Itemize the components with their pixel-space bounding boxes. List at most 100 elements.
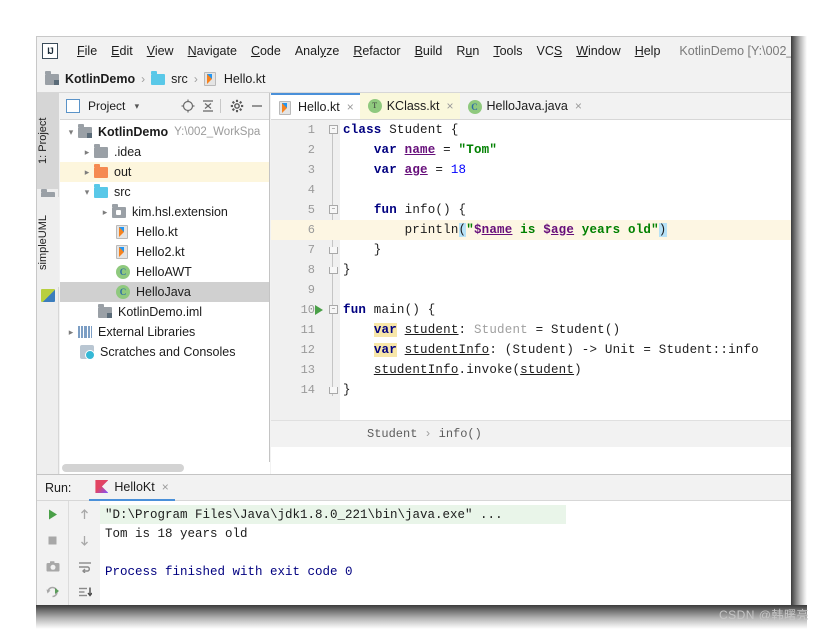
console-output[interactable]: "D:\Program Files\Java\jdk1.8.0_221\bin\… bbox=[100, 501, 791, 605]
breadcrumb-item-src[interactable]: src bbox=[151, 70, 188, 87]
run-gutter-icon[interactable] bbox=[315, 305, 323, 315]
tree-item-hello2-kt[interactable]: Hello2.kt bbox=[60, 242, 269, 262]
console-line-exit: Process finished with exit code 0 bbox=[105, 564, 353, 579]
chevron-right-icon[interactable]: ▸ bbox=[80, 147, 94, 158]
breadcrumb-item-project[interactable]: KotlinDemo bbox=[45, 70, 135, 87]
gear-icon[interactable] bbox=[228, 98, 245, 115]
code-line[interactable]: 2 var name = "Tom" bbox=[271, 140, 791, 160]
tab-hello-kt[interactable]: Hello.kt × bbox=[271, 93, 360, 119]
tree-item-external-libraries[interactable]: ▸ External Libraries bbox=[60, 322, 269, 342]
tab-hellojava-java[interactable]: HelloJava.java × bbox=[460, 93, 588, 119]
soft-wrap-icon[interactable] bbox=[69, 553, 100, 579]
down-arrow-icon[interactable] bbox=[69, 527, 100, 553]
code-line[interactable]: 5 fun info() { bbox=[271, 200, 791, 220]
tree-item-label: HelloJava bbox=[136, 285, 191, 299]
locate-icon[interactable] bbox=[179, 98, 196, 115]
code-line[interactable]: 3 var age = 18 bbox=[271, 160, 791, 180]
breadcrumb: KotlinDemo › src › Hello.kt bbox=[37, 65, 791, 93]
close-icon[interactable]: × bbox=[575, 99, 582, 113]
stop-icon[interactable] bbox=[37, 527, 68, 553]
line-number: 7 bbox=[307, 243, 315, 257]
tree-item-helloawt[interactable]: HelloAWT bbox=[60, 262, 269, 282]
menu-item-analyze[interactable]: Analyze bbox=[288, 42, 346, 60]
tree-item-hello-kt[interactable]: Hello.kt bbox=[60, 222, 269, 242]
chevron-down-icon[interactable]: ▾ bbox=[64, 127, 78, 138]
code-line[interactable]: 11 var student: Student = Student() bbox=[271, 320, 791, 340]
up-arrow-icon[interactable] bbox=[69, 501, 100, 527]
tab-kclass-kt[interactable]: KClass.kt × bbox=[359, 93, 460, 119]
console-line-command: "D:\Program Files\Java\jdk1.8.0_221\bin\… bbox=[100, 505, 566, 524]
menu-item-refactor[interactable]: Refactor bbox=[346, 42, 407, 60]
close-icon[interactable]: × bbox=[347, 100, 354, 114]
close-icon[interactable]: × bbox=[447, 99, 454, 113]
tool-window-stripe-left: 1: Project simpleUML bbox=[37, 93, 59, 474]
tree-item-out[interactable]: ▸ out bbox=[60, 162, 269, 182]
code-line[interactable]: 1 class Student { bbox=[271, 120, 791, 140]
line-number: 14 bbox=[300, 383, 315, 397]
tree-item-iml[interactable]: KotlinDemo.iml bbox=[60, 302, 269, 322]
menu-item-run[interactable]: Run bbox=[449, 42, 486, 60]
scrollbar-thumb[interactable] bbox=[62, 464, 184, 472]
code-text: } bbox=[343, 243, 382, 257]
menu-item-vcs[interactable]: VCS bbox=[530, 42, 570, 60]
menu-item-view[interactable]: View bbox=[140, 42, 181, 60]
project-tree[interactable]: ▾ KotlinDemo Y:\002_WorkSpa ▸ .idea ▸ ou… bbox=[60, 120, 269, 460]
menu-item-build[interactable]: Build bbox=[408, 42, 450, 60]
code-line[interactable]: 14 } bbox=[271, 380, 791, 400]
project-tree-hscrollbar[interactable] bbox=[60, 462, 270, 474]
code-text: var age = 18 bbox=[373, 163, 467, 177]
breadcrumb-item-file[interactable]: Hello.kt bbox=[203, 71, 266, 87]
minimize-icon[interactable] bbox=[248, 98, 265, 115]
fold-marker-icon[interactable] bbox=[329, 125, 338, 134]
breadcrumb-class[interactable]: Student bbox=[367, 427, 417, 441]
tree-item-label: Scratches and Consoles bbox=[100, 345, 236, 359]
tree-item-hellojava[interactable]: HelloJava bbox=[60, 282, 269, 302]
tree-item-src[interactable]: ▾ src bbox=[60, 182, 269, 202]
code-line[interactable]: 10 fun main() { bbox=[271, 300, 791, 320]
tree-item-package[interactable]: ▸ kim.hsl.extension bbox=[60, 202, 269, 222]
code-line[interactable]: 9 bbox=[271, 280, 791, 300]
menu-item-help[interactable]: Help bbox=[628, 42, 668, 60]
chevron-right-icon[interactable]: ▸ bbox=[64, 327, 78, 338]
close-icon[interactable]: × bbox=[162, 480, 169, 494]
fold-marker-icon[interactable] bbox=[329, 305, 338, 314]
menu-item-edit[interactable]: Edit bbox=[104, 42, 140, 60]
code-line[interactable]: 7 } bbox=[271, 240, 791, 260]
fold-marker-icon[interactable] bbox=[329, 205, 338, 214]
stripe-button-uml[interactable]: simpleUML bbox=[37, 197, 59, 287]
menu-item-file[interactable]: File bbox=[70, 42, 104, 60]
menu-item-tools[interactable]: Tools bbox=[486, 42, 529, 60]
tree-item-scratches[interactable]: Scratches and Consoles bbox=[60, 342, 269, 362]
code-line[interactable]: 13 studentInfo.invoke(student) bbox=[271, 360, 791, 380]
code-line[interactable]: 8 } bbox=[271, 260, 791, 280]
code-line[interactable]: 4 bbox=[271, 180, 791, 200]
run-tab-hellokt[interactable]: HelloKt × bbox=[89, 475, 175, 501]
chevron-down-icon[interactable]: ▾ bbox=[80, 187, 94, 198]
project-panel-header: Project ▾ bbox=[60, 93, 269, 120]
menu-item-navigate[interactable]: Navigate bbox=[181, 42, 244, 60]
stripe-button-project[interactable]: 1: Project bbox=[37, 93, 59, 189]
fold-marker-end-icon[interactable] bbox=[329, 387, 338, 394]
menu-item-window[interactable]: Window bbox=[569, 42, 627, 60]
code-line-current[interactable]: 6 println("$name is $age years old") bbox=[271, 220, 791, 240]
rerun-failed-icon[interactable] bbox=[37, 579, 68, 605]
menu-item-code[interactable]: Code bbox=[244, 42, 288, 60]
run-icon[interactable] bbox=[37, 501, 68, 527]
camera-icon[interactable] bbox=[37, 553, 68, 579]
code-text: fun info() { bbox=[373, 203, 467, 217]
chevron-right-icon[interactable]: ▸ bbox=[98, 207, 112, 218]
scroll-to-end-icon[interactable] bbox=[69, 579, 100, 605]
fold-marker-end-icon[interactable] bbox=[329, 267, 338, 274]
collapse-all-icon[interactable] bbox=[199, 98, 216, 115]
code-editor[interactable]: 1 class Student { 2 var name = "Tom" 3 v… bbox=[271, 120, 791, 447]
tree-item-idea[interactable]: ▸ .idea bbox=[60, 142, 269, 162]
chevron-down-icon[interactable]: ▾ bbox=[128, 98, 145, 115]
kotlin-file-icon bbox=[279, 100, 293, 115]
breadcrumb-method[interactable]: info() bbox=[439, 427, 482, 441]
run-tab-label: HelloKt bbox=[114, 479, 155, 494]
code-line[interactable]: 12 var studentInfo: (Student) -> Unit = … bbox=[271, 340, 791, 360]
tree-item-kotlindemo[interactable]: ▾ KotlinDemo Y:\002_WorkSpa bbox=[60, 122, 269, 142]
folder-cyan-icon bbox=[94, 184, 110, 200]
chevron-right-icon[interactable]: ▸ bbox=[80, 167, 94, 178]
fold-marker-end-icon[interactable] bbox=[329, 247, 338, 254]
